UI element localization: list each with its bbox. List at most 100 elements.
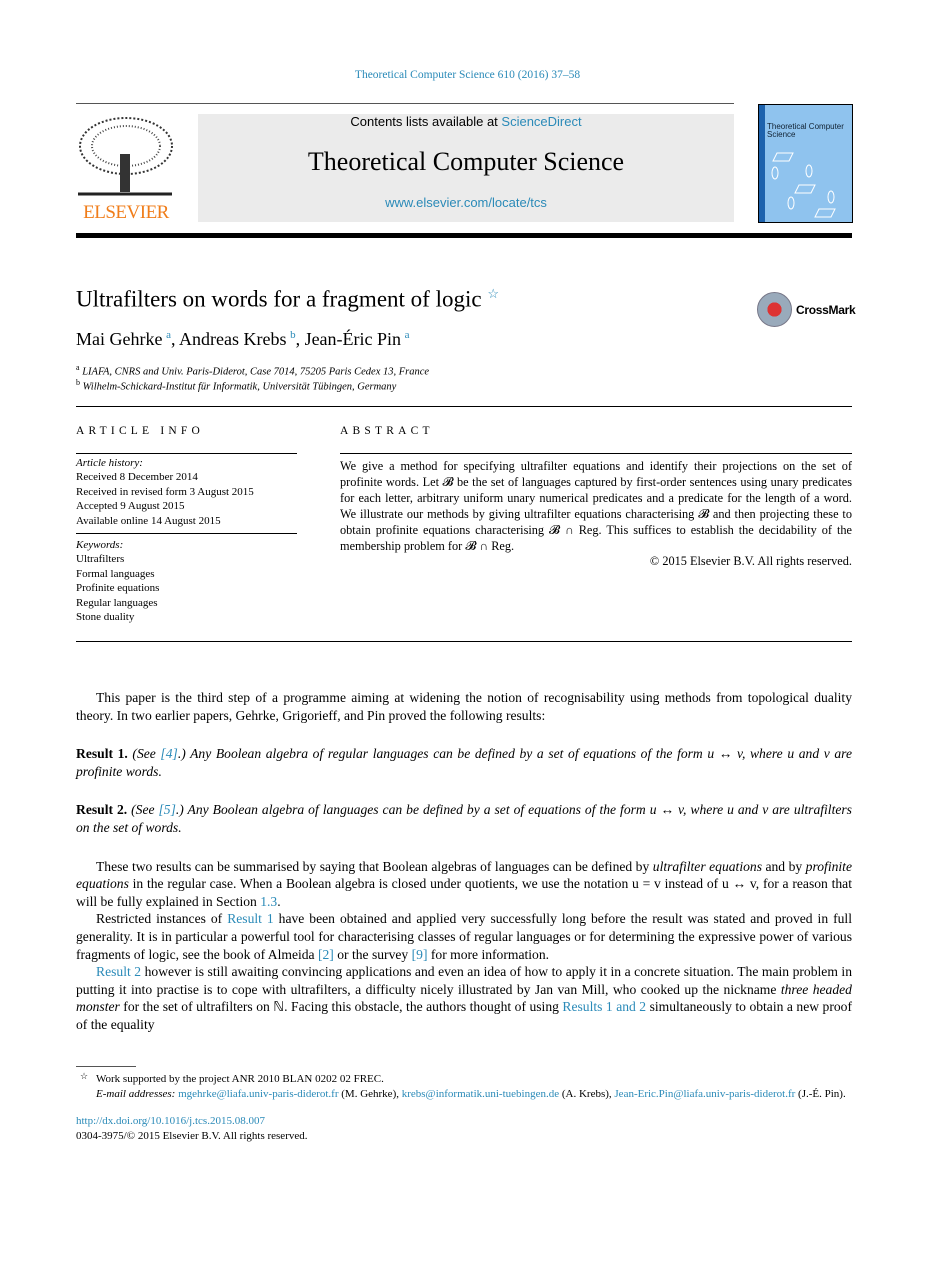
- divider: [76, 641, 852, 642]
- affiliation-mark: a: [76, 363, 80, 372]
- body-text: Restricted instances of: [96, 911, 228, 927]
- sciencedirect-link[interactable]: ScienceDirect: [501, 114, 581, 129]
- crossmark-icon: [757, 292, 792, 327]
- affiliation-mark[interactable]: a: [405, 329, 410, 341]
- abstract-heading: ABSTRACT: [340, 425, 434, 437]
- result-statement: Result 1. (See [4].) Any Boolean algebra…: [76, 745, 852, 780]
- journal-title: Theoretical Computer Science: [307, 147, 625, 176]
- article-info: Article history: Received 8 December 201…: [76, 456, 297, 624]
- cover-strip: [759, 105, 765, 222]
- crossmark-button[interactable]: CrossMark: [757, 292, 856, 327]
- reference-link[interactable]: [4]: [160, 746, 177, 761]
- body-text: in the regular case. When a Boolean alge…: [76, 876, 852, 909]
- affiliation-text: Wilhelm-Schickard-Institut für Informati…: [82, 381, 397, 393]
- result-label: Result 1.: [76, 746, 128, 762]
- affiliation: a LIAFA, CNRS and Univ. Paris-Diderot, C…: [76, 363, 429, 378]
- journal-url-link[interactable]: www.elsevier.com/locate/tcs: [385, 195, 547, 210]
- keyword: Stone duality: [76, 611, 135, 624]
- divider: [340, 453, 852, 454]
- email-owner: (J.-É. Pin).: [795, 1087, 846, 1100]
- body-text: .) Any Boolean algebra of languages can …: [76, 802, 852, 835]
- funding-text: Work supported by the project ANR 2010 B…: [96, 1073, 384, 1085]
- body-text: for the set of ultrafilters on ℕ. Facing…: [119, 999, 563, 1015]
- keywords-label: Keywords:: [76, 539, 124, 552]
- divider: [76, 103, 734, 104]
- body-text: This paper is the third step of a progra…: [76, 690, 852, 723]
- title-text: Ultrafilters on words for a fragment of …: [76, 286, 482, 312]
- reference-link[interactable]: [9]: [412, 947, 428, 962]
- affiliation-mark[interactable]: b: [290, 329, 296, 341]
- keywords-list: Ultrafilters Formal languages Profinite eq…: [76, 552, 297, 624]
- history-entry: Received in revised form 3 August 2015: [76, 485, 254, 498]
- history-entry: Accepted 9 August 2015: [76, 500, 185, 513]
- reference-link[interactable]: Result 1: [227, 911, 274, 926]
- issn-copyright: 0304-3975/© 2015 Elsevier B.V. All right…: [76, 1129, 308, 1142]
- author[interactable]: Mai Gehrke: [76, 329, 162, 349]
- body-text: and by: [761, 858, 806, 874]
- author-list: Mai Gehrke a, Andreas Krebs b, Jean-Éric…: [76, 329, 410, 349]
- funding-footnote: ☆ Work supported by the project ANR 2010 …: [76, 1071, 852, 1087]
- elsevier-wordmark: ELSEVIER: [83, 202, 169, 223]
- affiliation-text: LIAFA, CNRS and Univ. Paris-Diderot, Cas…: [82, 366, 430, 378]
- affiliation: b Wilhelm-Schickard-Institut für Informa…: [76, 378, 396, 393]
- paragraph: This paper is the third step of a progra…: [76, 689, 852, 724]
- paragraph: Result 2 however is still awaiting convi…: [76, 963, 852, 1033]
- abstract: We give a method for specifying ultrafil…: [340, 459, 852, 570]
- cover-title: Theoretical Computer Science: [767, 122, 844, 139]
- affiliation-mark[interactable]: a: [166, 329, 171, 341]
- author[interactable]: Andreas Krebs: [179, 329, 286, 349]
- history-list: Received 8 December 2014 Received in revi…: [76, 470, 297, 528]
- body-text: for more information.: [427, 946, 550, 962]
- body-text: (See: [127, 746, 161, 762]
- paper-page: Theoretical Computer Science 610 (2016) …: [0, 0, 935, 1266]
- reference-link[interactable]: Result 2: [96, 964, 141, 979]
- elsevier-logo: ELSEVIER: [76, 114, 176, 224]
- keyword: Formal languages: [76, 567, 155, 580]
- email-link[interactable]: krebs@informatik.uni-tuebingen.de: [402, 1088, 559, 1100]
- contents-line: Contents lists available at ScienceDirec…: [198, 114, 734, 130]
- article-title: Ultrafilters on words for a fragment of …: [76, 286, 499, 313]
- paragraph: These two results can be summarised by s…: [76, 858, 852, 911]
- paragraph: Restricted instances of Result 1 have be…: [76, 910, 852, 963]
- abstract-copyright: © 2015 Elsevier B.V. All rights reserved…: [649, 554, 852, 569]
- history-entry: Available online 14 August 2015: [76, 514, 221, 527]
- footnote-divider: [76, 1066, 136, 1067]
- email-label: E-mail addresses:: [96, 1087, 176, 1100]
- email-link[interactable]: mgehrke@liafa.univ-paris-diderot.fr: [178, 1088, 338, 1100]
- keyword: Regular languages: [76, 596, 158, 609]
- divider: [76, 406, 852, 407]
- email-owner: (M. Gehrke),: [338, 1087, 402, 1100]
- history-entry: Received 8 December 2014: [76, 471, 198, 484]
- contents-label: Contents lists available at: [350, 114, 502, 129]
- affiliation-mark: b: [76, 378, 80, 387]
- divider: [76, 533, 297, 535]
- body-text: These two results can be summarised by s…: [96, 858, 653, 874]
- journal-cover[interactable]: Theoretical Computer Science: [758, 104, 853, 223]
- journal-citation[interactable]: Theoretical Computer Science 610 (2016) …: [0, 69, 935, 81]
- result-statement: Result 2. (See [5].) Any Boolean algebra…: [76, 801, 852, 836]
- footnote-mark: ☆: [80, 1071, 89, 1081]
- body-text: .: [277, 893, 281, 909]
- title-footnote-mark[interactable]: ☆: [487, 286, 499, 301]
- author[interactable]: Jean-Éric Pin: [305, 329, 401, 349]
- emphasis-text: ultrafilter equations: [652, 858, 762, 874]
- article-body: This paper is the third step of a progra…: [76, 689, 852, 1034]
- abstract-text: We give a method for specifying ultrafil…: [340, 459, 852, 553]
- header-divider: [76, 233, 852, 238]
- reference-link[interactable]: 1.3: [260, 894, 277, 909]
- body-text: .) Any Boolean algebra of regular langua…: [76, 746, 852, 779]
- reference-link[interactable]: [5]: [159, 802, 176, 817]
- doi-link[interactable]: http://dx.doi.org/10.1016/j.tcs.2015.08.…: [76, 1115, 265, 1127]
- email-footnote: E-mail addresses: mgehrke@liafa.univ-par…: [76, 1087, 852, 1102]
- body-text: however is still awaiting convincing app…: [76, 964, 853, 997]
- body-text: (See: [127, 802, 159, 818]
- result-label: Result 2.: [76, 802, 128, 818]
- email-owner: (A. Krebs),: [559, 1087, 615, 1100]
- history-label: Article history:: [76, 457, 143, 469]
- cover-diagram-icon: [771, 152, 836, 218]
- reference-link[interactable]: Results 1 and 2: [562, 999, 646, 1014]
- divider: [76, 453, 297, 454]
- footnotes: ☆ Work supported by the project ANR 2010 …: [76, 1071, 852, 1143]
- email-link[interactable]: Jean-Eric.Pin@liafa.univ-paris-diderot.f…: [614, 1088, 795, 1100]
- reference-link[interactable]: [2]: [318, 947, 334, 962]
